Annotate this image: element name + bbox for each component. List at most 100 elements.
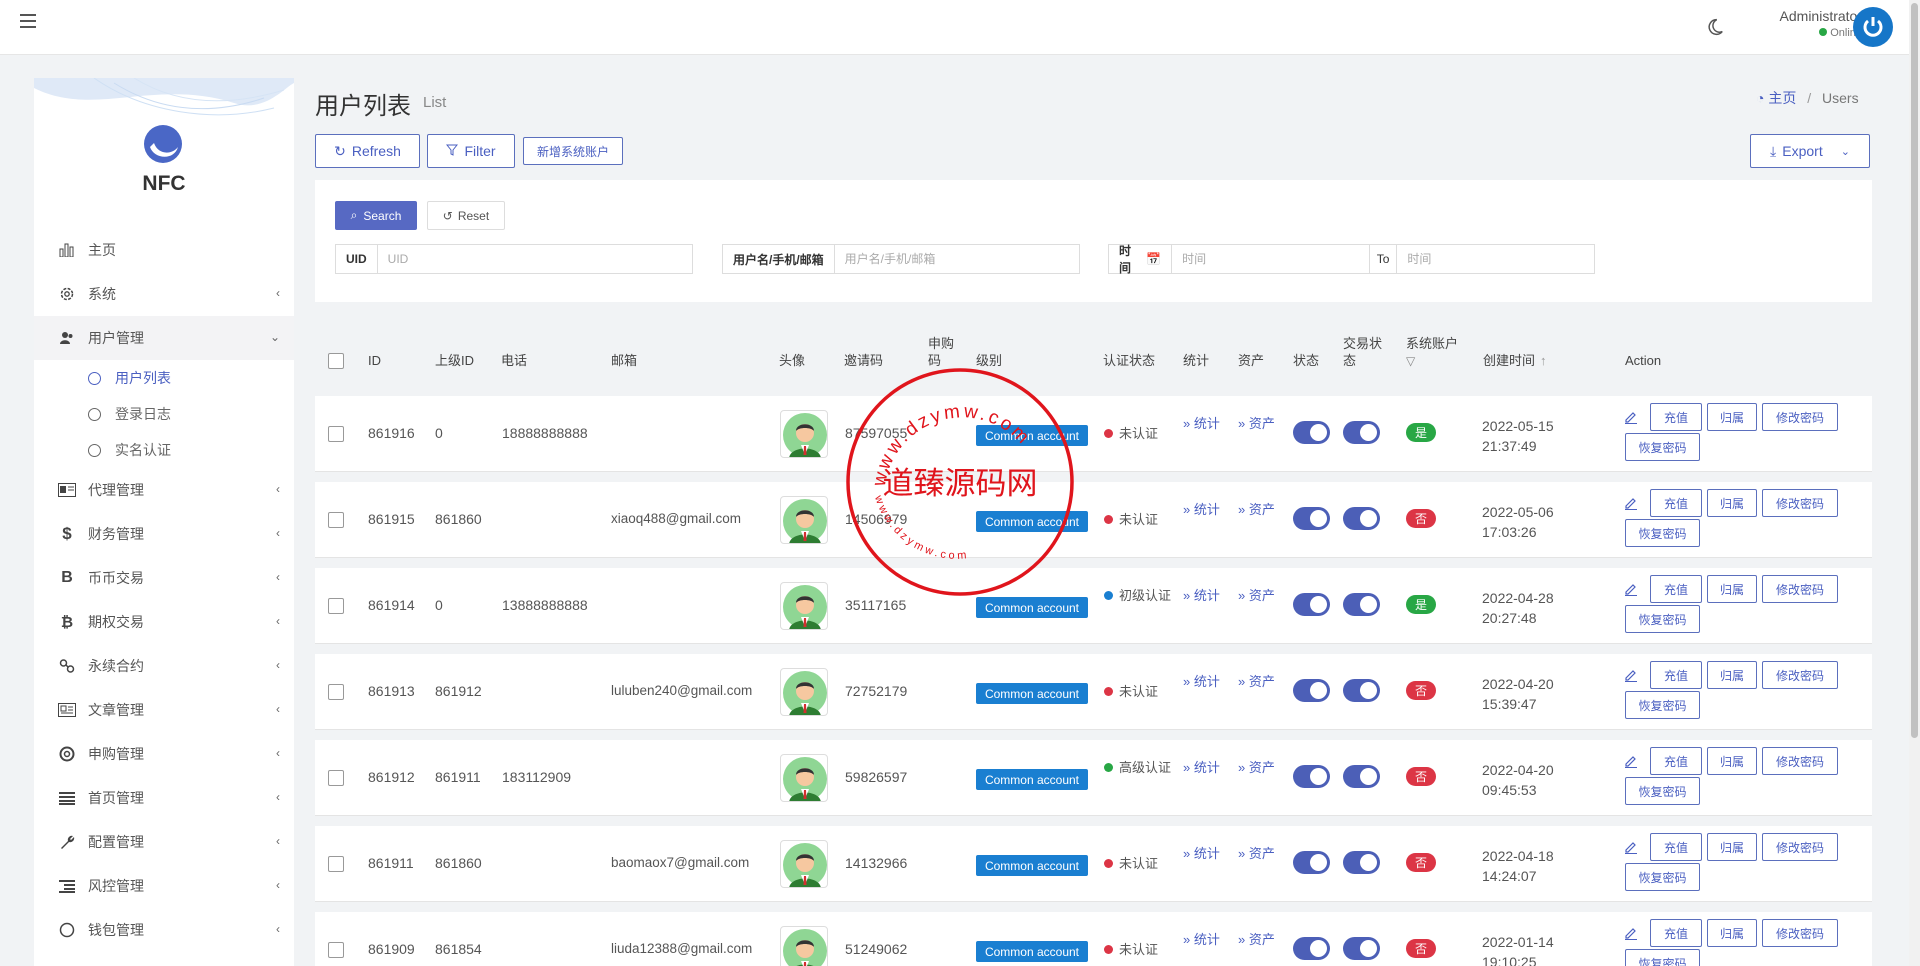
restore-password-button[interactable]: 恢复密码: [1625, 777, 1700, 805]
trade-status-toggle[interactable]: [1343, 765, 1380, 788]
edit-icon[interactable]: [1624, 496, 1638, 510]
assets-link[interactable]: » 资产: [1238, 844, 1278, 864]
sidebar-item-home[interactable]: 主页: [34, 228, 294, 272]
restore-password-button[interactable]: 恢复密码: [1625, 863, 1700, 891]
restore-password-button[interactable]: 恢复密码: [1625, 691, 1700, 719]
reset-button[interactable]: ↺ Reset: [427, 201, 505, 230]
change-password-button[interactable]: 修改密码: [1762, 919, 1838, 947]
avatar[interactable]: [1853, 7, 1893, 47]
row-checkbox[interactable]: [328, 770, 344, 786]
stats-link[interactable]: » 统计: [1183, 930, 1223, 950]
change-password-button[interactable]: 修改密码: [1762, 661, 1838, 689]
time-end-input[interactable]: [1397, 245, 1594, 273]
col-system-account[interactable]: 系统账户 ▽: [1406, 335, 1458, 370]
change-password-button[interactable]: 修改密码: [1762, 833, 1838, 861]
breadcrumb-home[interactable]: 主页: [1768, 90, 1796, 106]
sidebar-item-risk[interactable]: 风控管理 ‹: [34, 864, 294, 908]
status-toggle[interactable]: [1293, 421, 1330, 444]
col-status[interactable]: 状态: [1293, 352, 1319, 369]
stats-link[interactable]: » 统计: [1183, 758, 1223, 778]
status-toggle[interactable]: [1293, 507, 1330, 530]
trade-status-toggle[interactable]: [1343, 679, 1380, 702]
row-checkbox[interactable]: [328, 684, 344, 700]
recharge-button[interactable]: 充值: [1650, 575, 1702, 603]
menu-toggle-icon[interactable]: [20, 14, 36, 28]
status-toggle[interactable]: [1293, 765, 1330, 788]
edit-icon[interactable]: [1624, 582, 1638, 596]
recharge-button[interactable]: 充值: [1650, 919, 1702, 947]
restore-password-button[interactable]: 恢复密码: [1625, 949, 1700, 966]
sidebar-item-perpetual[interactable]: 永续合约 ‹: [34, 644, 294, 688]
assign-button[interactable]: 归属: [1707, 489, 1757, 517]
sidebar-item-options[interactable]: ₿ 期权交易 ‹: [34, 600, 294, 644]
recharge-button[interactable]: 充值: [1650, 403, 1702, 431]
filter-button[interactable]: Filter: [427, 134, 515, 168]
assign-button[interactable]: 归属: [1707, 747, 1757, 775]
restore-password-button[interactable]: 恢复密码: [1625, 519, 1700, 547]
col-trade-status[interactable]: 交易状态: [1343, 335, 1385, 369]
recharge-button[interactable]: 充值: [1650, 489, 1702, 517]
sidebar-item-system[interactable]: 系统 ‹: [34, 272, 294, 316]
select-all-checkbox[interactable]: [328, 353, 344, 369]
page-scrollbar[interactable]: [1909, 0, 1920, 966]
export-button[interactable]: ⤓ Export ⌄: [1750, 134, 1870, 168]
sidebar-subitem-real-name[interactable]: 实名认证: [34, 432, 294, 468]
assign-button[interactable]: 归属: [1707, 661, 1757, 689]
change-password-button[interactable]: 修改密码: [1762, 403, 1838, 431]
search-button[interactable]: ⌕ Search: [335, 201, 417, 230]
status-toggle[interactable]: [1293, 679, 1330, 702]
refresh-button[interactable]: ↻ Refresh: [315, 134, 420, 168]
row-checkbox[interactable]: [328, 512, 344, 528]
recharge-button[interactable]: 充值: [1650, 747, 1702, 775]
sidebar-subitem-user-list[interactable]: 用户列表: [34, 360, 294, 396]
edit-icon[interactable]: [1624, 668, 1638, 682]
add-system-account-button[interactable]: 新增系统账户: [523, 137, 623, 165]
trade-status-toggle[interactable]: [1343, 593, 1380, 616]
assign-button[interactable]: 归属: [1707, 919, 1757, 947]
sidebar-item-wallet[interactable]: 钱包管理 ‹: [34, 908, 294, 952]
trade-status-toggle[interactable]: [1343, 421, 1380, 444]
change-password-button[interactable]: 修改密码: [1762, 489, 1838, 517]
col-invite-code[interactable]: 邀请码: [844, 352, 883, 369]
row-checkbox[interactable]: [328, 426, 344, 442]
filter-icon[interactable]: ▽: [1406, 354, 1415, 368]
restore-password-button[interactable]: 恢复密码: [1625, 605, 1700, 633]
col-parent-id[interactable]: 上级ID: [435, 352, 474, 369]
assets-link[interactable]: » 资产: [1238, 758, 1278, 778]
status-toggle[interactable]: [1293, 851, 1330, 874]
recharge-button[interactable]: 充值: [1650, 661, 1702, 689]
assign-button[interactable]: 归属: [1707, 833, 1757, 861]
change-password-button[interactable]: 修改密码: [1762, 747, 1838, 775]
change-password-button[interactable]: 修改密码: [1762, 575, 1838, 603]
sidebar-item-subscription[interactable]: 申购管理 ‹: [34, 732, 294, 776]
restore-password-button[interactable]: 恢复密码: [1625, 433, 1700, 461]
col-phone[interactable]: 电话: [501, 352, 527, 369]
stats-link[interactable]: » 统计: [1183, 586, 1223, 606]
stats-link[interactable]: » 统计: [1183, 672, 1223, 692]
sidebar-item-config[interactable]: 配置管理 ‹: [34, 820, 294, 864]
stats-link[interactable]: » 统计: [1183, 500, 1223, 520]
col-level[interactable]: 级别: [976, 352, 1002, 369]
row-checkbox[interactable]: [328, 942, 344, 958]
assign-button[interactable]: 归属: [1707, 403, 1757, 431]
edit-icon[interactable]: [1624, 840, 1638, 854]
stats-link[interactable]: » 统计: [1183, 844, 1223, 864]
assets-link[interactable]: » 资产: [1238, 586, 1278, 606]
user-info[interactable]: Administrator Online: [1752, 8, 1862, 39]
time-start-input[interactable]: [1172, 245, 1369, 273]
sidebar-item-user-management[interactable]: 用户管理 ⌄: [34, 316, 294, 360]
trade-status-toggle[interactable]: [1343, 507, 1380, 530]
sidebar-subitem-login-log[interactable]: 登录日志: [34, 396, 294, 432]
sidebar-item-finance[interactable]: $ 财务管理 ‹: [34, 512, 294, 556]
stats-link[interactable]: » 统计: [1183, 414, 1223, 434]
trade-status-toggle[interactable]: [1343, 937, 1380, 960]
edit-icon[interactable]: [1624, 754, 1638, 768]
col-auth-status[interactable]: 认证状态: [1103, 352, 1155, 369]
user-input[interactable]: [834, 245, 1075, 273]
sidebar-item-articles[interactable]: 文章管理 ‹: [34, 688, 294, 732]
recharge-button[interactable]: 充值: [1650, 833, 1702, 861]
uid-input[interactable]: [377, 245, 688, 273]
sidebar-item-spot-trading[interactable]: B 币币交易 ‹: [34, 556, 294, 600]
assets-link[interactable]: » 资产: [1238, 500, 1278, 520]
assets-link[interactable]: » 资产: [1238, 672, 1278, 692]
